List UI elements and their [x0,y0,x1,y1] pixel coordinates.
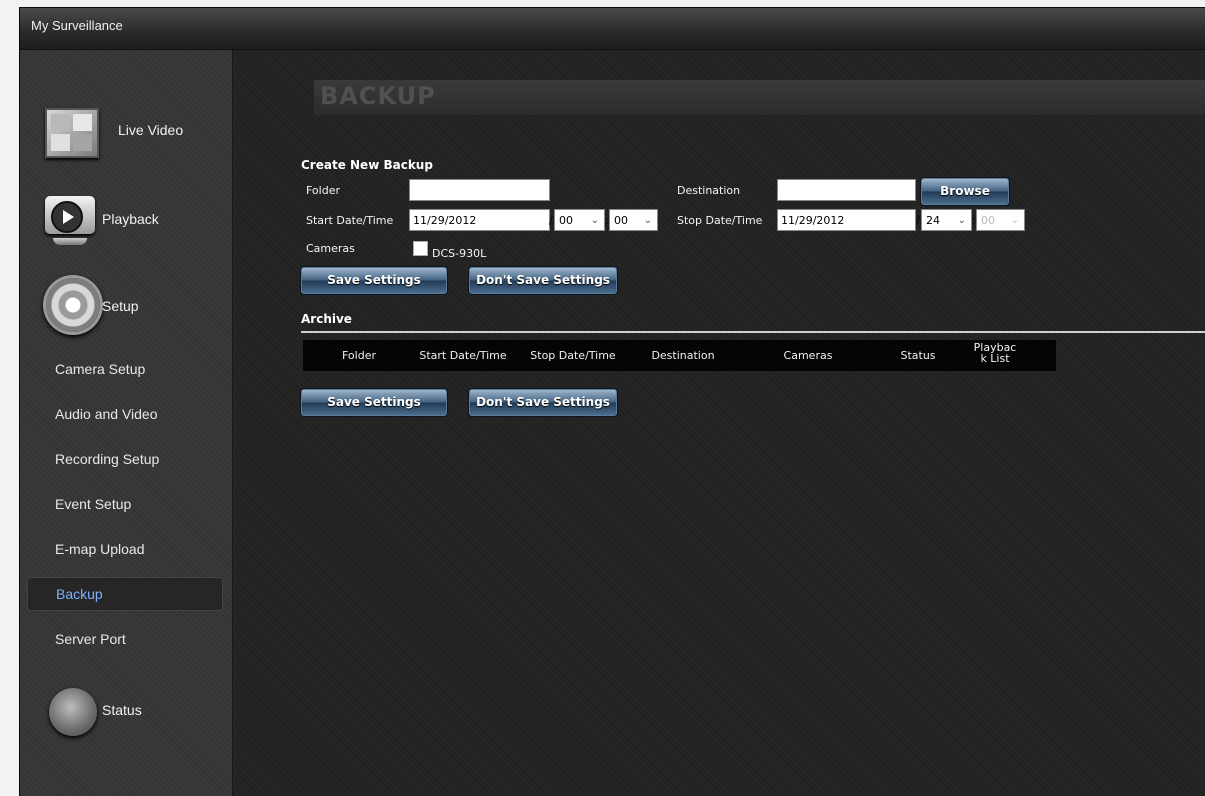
chevron-down-icon: ⌄ [590,215,599,226]
camera-checkbox[interactable] [413,241,428,256]
archive-title: Archive [301,312,352,326]
section-divider [301,331,1205,333]
status-icon [49,688,97,736]
title-bar: My Surveillance [20,8,1205,50]
stop-hour-select[interactable]: 24 ⌄ [921,209,972,231]
start-hour-value: 00 [559,214,573,227]
status-label: Status [102,702,142,718]
column-header: Stop Date/Time [530,349,616,362]
live-video-icon [45,108,99,158]
nav-status[interactable]: Status [20,678,232,738]
column-header: Status [900,349,936,362]
destination-input[interactable] [777,179,916,201]
date-time-separator: / [549,214,553,227]
sidebar-item-label: Audio and Video [55,406,158,422]
stop-hour-value: 24 [926,214,940,227]
save-settings-button[interactable]: Save Settings [301,267,447,294]
sidebar-item-label: Camera Setup [55,361,146,377]
archive-table-header: Folder Start Date/Time Stop Date/Time De… [303,340,1056,371]
date-time-separator: / [916,214,920,227]
start-hour-select[interactable]: 00 ⌄ [554,209,605,231]
dont-save-settings-button[interactable]: Don't Save Settings [469,267,617,294]
sidebar-item-label: Recording Setup [55,451,160,467]
folder-label: Folder [306,184,340,197]
sidebar-item-label: E-map Upload [55,541,145,557]
sidebar-item-camera-setup[interactable]: Camera Setup [27,355,221,385]
nav-setup[interactable]: Setup [20,272,232,332]
column-header: Playbac k List [973,341,1017,365]
sidebar-item-label: Backup [56,586,103,602]
page-header: BACKUP [314,80,1205,115]
sidebar-item-backup[interactable]: Backup [27,577,223,611]
playback-label: Playback [102,211,159,227]
nav-playback[interactable]: Playback [20,190,232,250]
stop-date-input[interactable] [777,209,916,231]
main-content: BACKUP Create New Backup Folder Destinat… [233,50,1205,796]
chevron-down-icon: ⌄ [643,215,652,226]
destination-label: Destination [677,184,741,197]
playback-icon [45,196,95,245]
sidebar-item-server-port[interactable]: Server Port [27,625,221,655]
setup-label: Setup [102,298,139,314]
chevron-down-icon: ⌄ [1010,215,1019,226]
start-date-input[interactable] [409,209,550,231]
column-header: Destination [651,349,715,362]
column-header: Folder [342,349,376,362]
create-backup-title: Create New Backup [301,158,433,172]
window-title: My Surveillance [31,18,123,33]
sidebar-item-event-setup[interactable]: Event Setup [27,490,221,520]
live-video-label: Live Video [118,122,184,138]
folder-input[interactable] [409,179,550,201]
archive-dont-save-settings-button[interactable]: Don't Save Settings [469,389,617,416]
sidebar-item-emap-upload[interactable]: E-map Upload [27,535,221,565]
page-title: BACKUP [320,82,436,110]
sidebar: Live Video Playback Setup Camera Setup A… [20,50,233,796]
sidebar-item-audio-and-video[interactable]: Audio and Video [27,400,221,430]
stop-minute-value: 00 [981,214,995,227]
start-minute-select[interactable]: 00 ⌄ [609,209,658,231]
camera-name: DCS-930L [432,247,487,260]
start-datetime-label: Start Date/Time [306,214,394,227]
nav-live-video[interactable]: Live Video [20,92,232,158]
gear-icon [46,278,100,332]
archive-save-settings-button[interactable]: Save Settings [301,389,447,416]
sidebar-item-label: Event Setup [55,496,132,512]
stop-datetime-label: Stop Date/Time [677,214,763,227]
sidebar-item-label: Server Port [55,631,126,647]
column-header: Cameras [783,349,833,362]
cameras-label: Cameras [306,242,355,255]
start-minute-value: 00 [614,214,628,227]
sidebar-item-recording-setup[interactable]: Recording Setup [27,445,221,475]
chevron-down-icon: ⌄ [957,215,966,226]
app-window: My Surveillance Live Video Playback Setu… [20,8,1205,796]
browse-button[interactable]: Browse [921,178,1009,205]
stop-minute-select[interactable]: 00 ⌄ [976,209,1025,231]
column-header: Start Date/Time [419,349,507,362]
